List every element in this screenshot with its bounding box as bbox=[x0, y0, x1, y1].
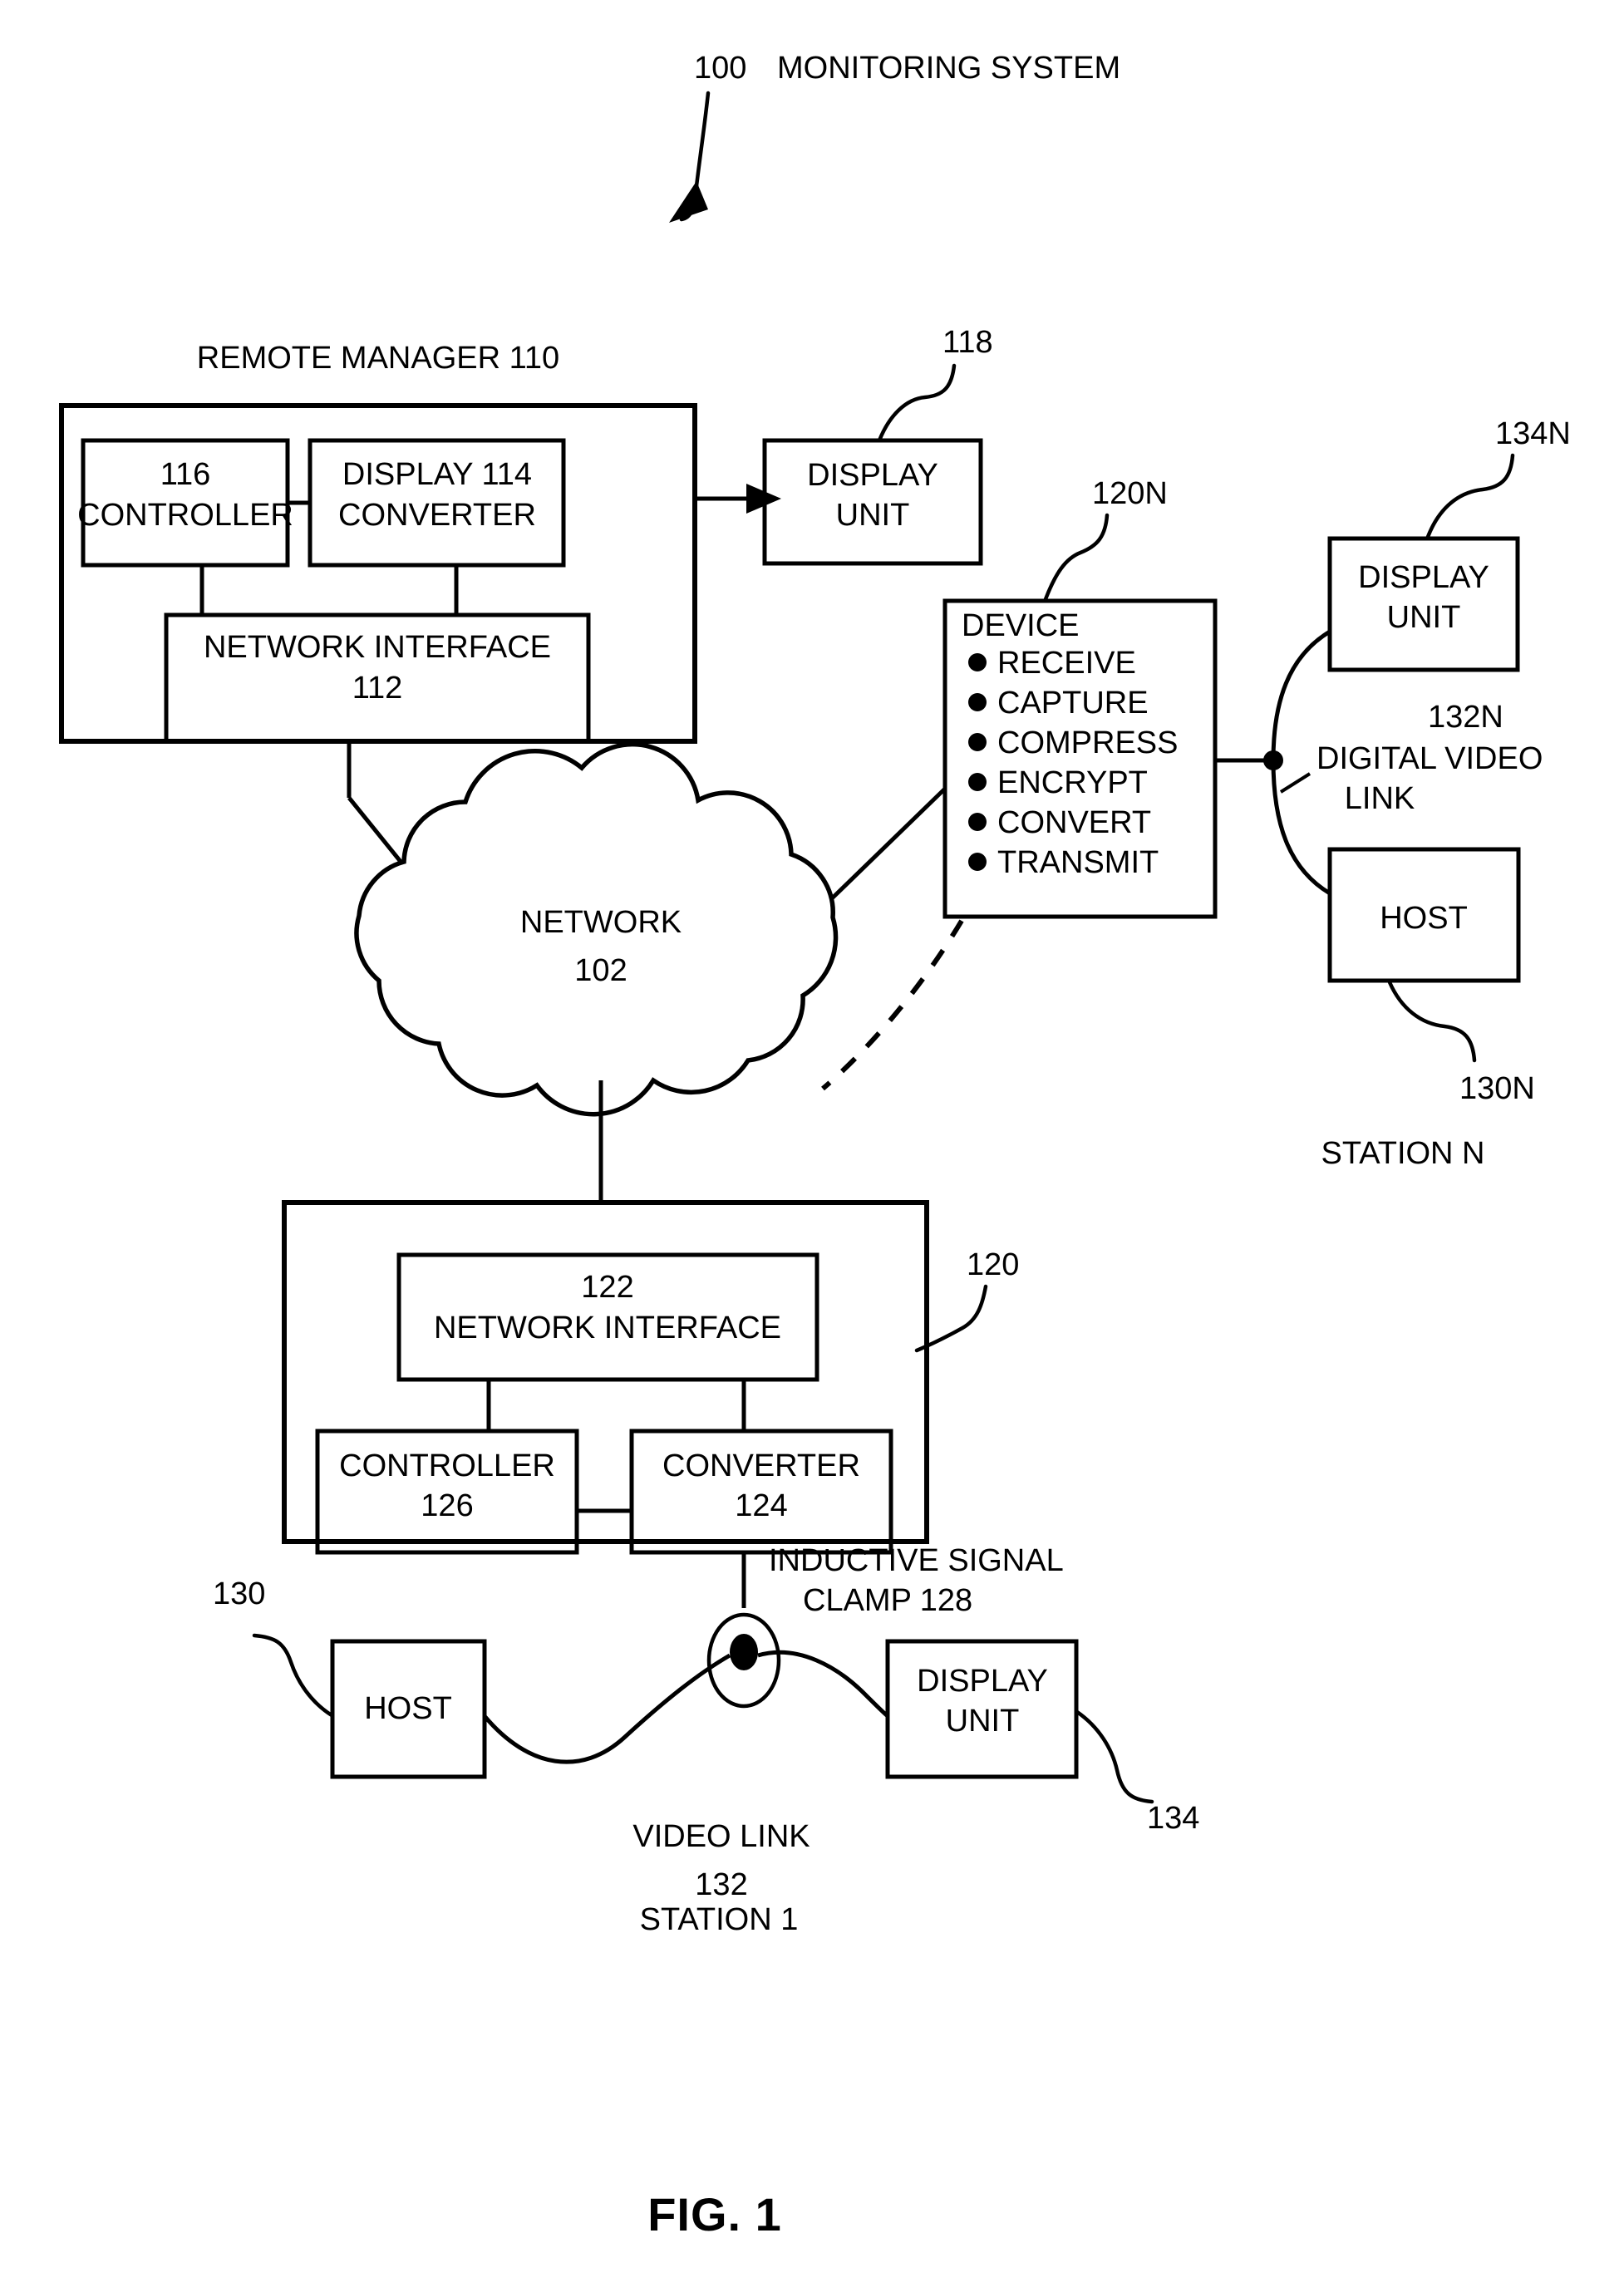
host-130n-label: HOST bbox=[1380, 901, 1468, 936]
display-unit-118-leader bbox=[877, 363, 957, 443]
video-link-host-to-clamp bbox=[483, 1653, 731, 1764]
display-unit-134n-line1: DISPLAY bbox=[1358, 560, 1489, 595]
ref-120N: 120N bbox=[1092, 476, 1168, 511]
bullet-icon bbox=[968, 853, 987, 871]
ref-130: 130 bbox=[213, 1576, 265, 1611]
bullet-icon bbox=[968, 693, 987, 711]
video-link-line2: 132 bbox=[695, 1867, 747, 1902]
controller-116-ref: 116 bbox=[160, 457, 211, 492]
ref-120: 120 bbox=[967, 1247, 1019, 1282]
network-interface-122-ref: 122 bbox=[581, 1270, 633, 1305]
display-unit-134-line1: DISPLAY bbox=[917, 1664, 1048, 1699]
device-function-4: ENCRYPT bbox=[997, 765, 1148, 800]
display-unit-118-group: DISPLAY UNIT 118 bbox=[762, 325, 993, 566]
bullet-icon bbox=[968, 773, 987, 791]
digital-video-link-line1: DIGITAL VIDEO bbox=[1316, 741, 1543, 776]
display-converter-114-top: DISPLAY 114 bbox=[342, 457, 532, 492]
inductive-clamp-line2: CLAMP 128 bbox=[803, 1583, 972, 1618]
network-ref: 102 bbox=[574, 953, 627, 988]
ref-130N: 130N bbox=[1459, 1071, 1535, 1106]
device-120n-group: DEVICE RECEIVE CAPTURE COMPRESS ENCRYPT … bbox=[821, 476, 1218, 1091]
display-unit-134n-line2: UNIT bbox=[1387, 600, 1461, 635]
bullet-icon bbox=[968, 813, 987, 831]
inductive-clamp-core-dot bbox=[730, 1634, 758, 1670]
digital-video-link-leader bbox=[1279, 772, 1312, 794]
display-unit-134n-leader bbox=[1425, 453, 1515, 539]
network-cloud-group: NETWORK 102 bbox=[347, 741, 947, 1203]
station-1-label: STATION 1 bbox=[640, 1902, 799, 1937]
figure-title-group: 100 MONITORING SYSTEM bbox=[669, 51, 1120, 223]
display-unit-134-line2: UNIT bbox=[946, 1704, 1020, 1739]
station-n-group: DISPLAY UNIT 134N 132N DIGITAL VIDEO LIN… bbox=[1215, 416, 1571, 1171]
bullet-icon bbox=[968, 733, 987, 751]
remote-manager-group: REMOTE MANAGER 110 116 CONTROLLER DISPLA… bbox=[59, 341, 781, 744]
display-unit-118-line1: DISPLAY bbox=[807, 458, 938, 493]
ref-134N: 134N bbox=[1495, 416, 1571, 451]
converter-124-label: CONVERTER bbox=[662, 1448, 860, 1483]
remote-manager-heading: REMOTE MANAGER 110 bbox=[197, 341, 559, 376]
ref-134: 134 bbox=[1147, 1801, 1199, 1836]
controller-116-label: CONTROLLER bbox=[77, 498, 293, 533]
host-130-label: HOST bbox=[364, 1691, 452, 1726]
controller-126-ref: 126 bbox=[421, 1488, 473, 1523]
device-function-6: TRANSMIT bbox=[997, 845, 1159, 880]
bullet-icon bbox=[968, 653, 987, 671]
inductive-clamp-line1: INDUCTIVE SIGNAL bbox=[769, 1543, 1064, 1578]
figure-title-text: MONITORING SYSTEM bbox=[777, 51, 1120, 86]
figure-canvas: 100 MONITORING SYSTEM REMOTE MANAGER 110… bbox=[59, 51, 1571, 2240]
controller-126-label: CONTROLLER bbox=[339, 1448, 555, 1483]
device-function-3: COMPRESS bbox=[997, 725, 1178, 760]
patent-figure-1: 100 MONITORING SYSTEM REMOTE MANAGER 110… bbox=[0, 0, 1624, 2292]
ref-132N: 132N bbox=[1428, 700, 1503, 735]
ref-118: 118 bbox=[942, 325, 993, 360]
ref-100: 100 bbox=[694, 51, 746, 86]
video-link-line1: VIDEO LINK bbox=[632, 1819, 810, 1854]
device-function-5: CONVERT bbox=[997, 805, 1151, 840]
network-label: NETWORK bbox=[520, 905, 682, 940]
device-120n-leader bbox=[1043, 513, 1110, 602]
digital-video-link-line2: LINK bbox=[1345, 781, 1415, 816]
ni112-to-cloud-line bbox=[347, 796, 403, 864]
network-interface-112-label: NETWORK INTERFACE bbox=[204, 630, 551, 665]
cloud-to-device-line bbox=[829, 787, 947, 901]
network-interface-112-ref: 112 bbox=[352, 671, 403, 706]
converter-124-ref: 124 bbox=[735, 1488, 787, 1523]
figure-caption: FIG. 1 bbox=[647, 2188, 782, 2240]
device-title: DEVICE bbox=[962, 608, 1079, 643]
display-unit-134-leader bbox=[1075, 1709, 1154, 1804]
display-converter-114-bottom: CONVERTER bbox=[338, 498, 536, 533]
network-interface-122-label: NETWORK INTERFACE bbox=[434, 1311, 781, 1345]
device-function-2: CAPTURE bbox=[997, 686, 1149, 721]
host-130n-leader bbox=[1387, 980, 1477, 1063]
display-unit-118-line2: UNIT bbox=[836, 498, 910, 533]
device-to-station1-dashed bbox=[821, 919, 964, 1091]
device-function-1: RECEIVE bbox=[997, 646, 1136, 681]
station-n-label: STATION N bbox=[1321, 1136, 1484, 1171]
station-1-group: 122 NETWORK INTERFACE CONTROLLER 126 CON… bbox=[213, 1200, 1199, 1937]
host-130-leader bbox=[252, 1633, 334, 1718]
title-leader-line bbox=[694, 91, 711, 189]
